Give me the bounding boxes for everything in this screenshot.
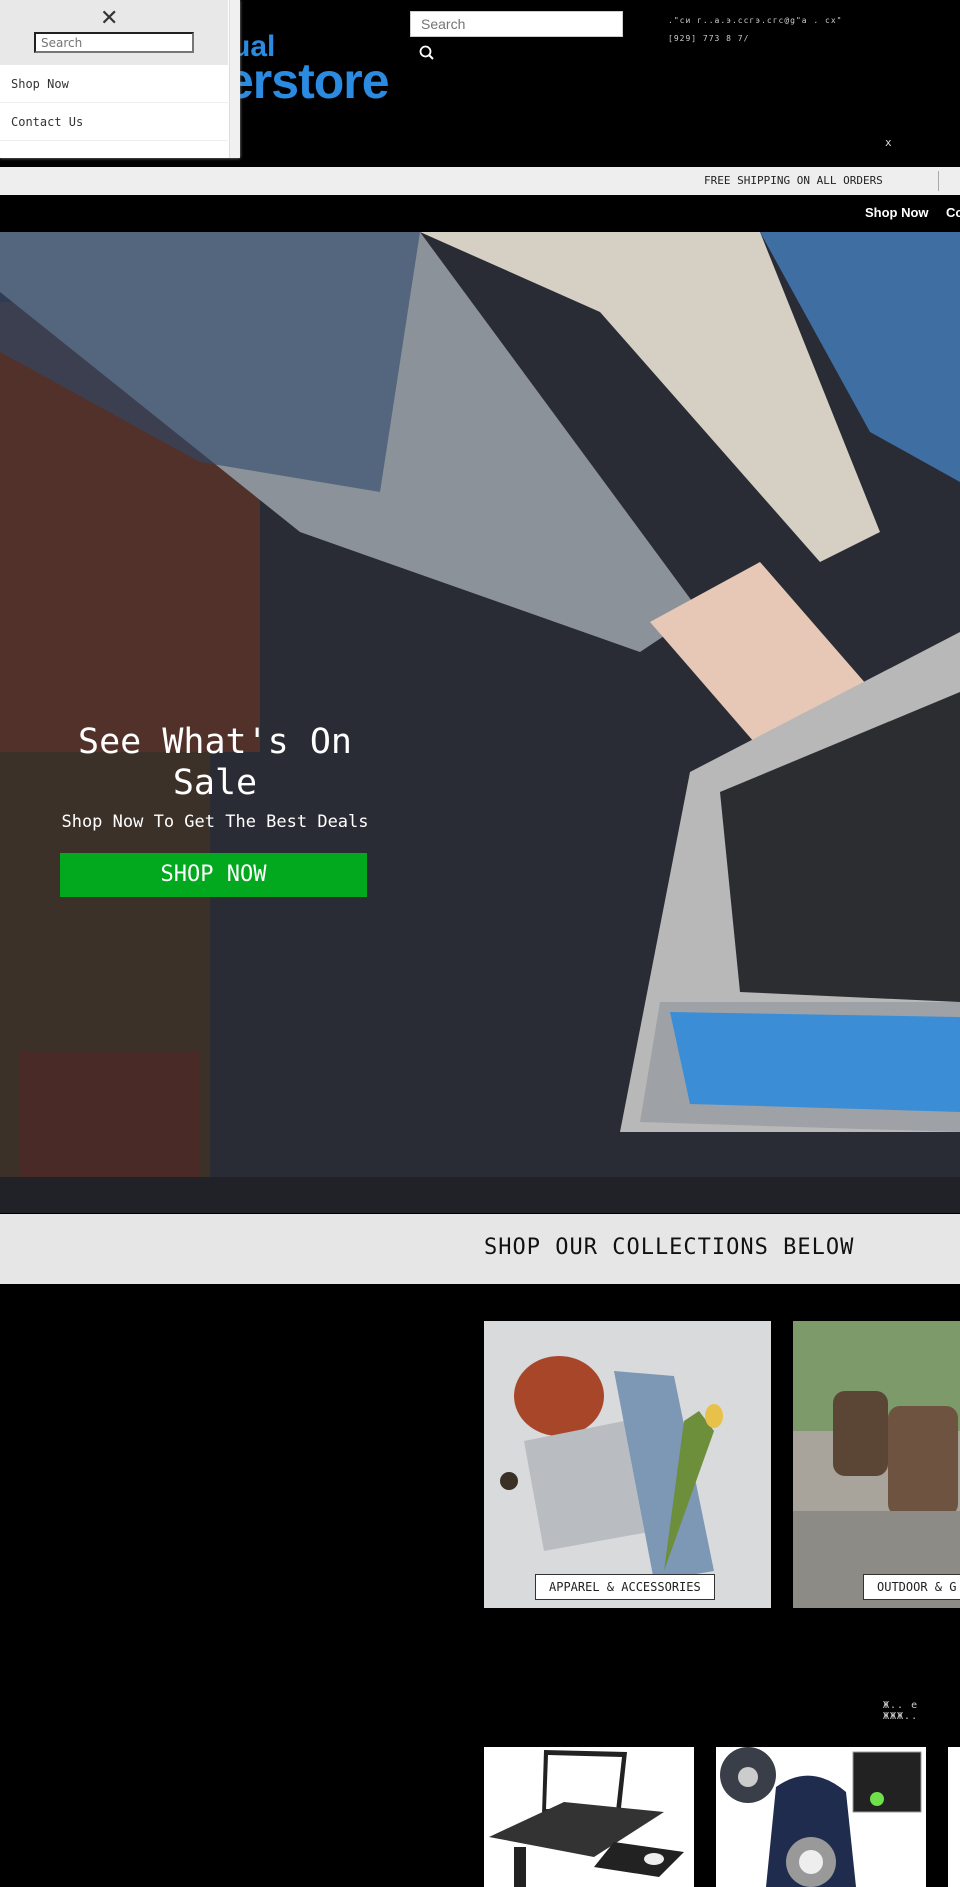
nav-item-shop-now[interactable]: Shop Now (865, 205, 929, 220)
main-nav (0, 196, 960, 232)
product-card-headlamp[interactable] (716, 1747, 926, 1887)
drawer-item-shop-now[interactable]: Shop Now (0, 66, 228, 103)
collection-label: APPAREL & ACCESSORIES (535, 1574, 715, 1600)
apparel-photo (500, 1356, 723, 1581)
hero-title: See What's On Sale (78, 722, 352, 803)
announcement-text: FREE SHIPPING ON ALL ORDERS (704, 174, 883, 187)
headlamp-photo (720, 1747, 922, 1887)
contact-email: ."cи г..а.э.сcгэ.сгc@g"а . cx" (668, 16, 843, 25)
drawer-search-input[interactable] (34, 32, 194, 53)
search-icon[interactable] (418, 44, 436, 62)
laptop-stand-photo (489, 1750, 684, 1887)
logo-line2[interactable]: erstore (226, 52, 390, 110)
search-input[interactable] (410, 11, 623, 37)
collections-title: SHOP OUR COLLECTIONS BELOW (484, 1235, 855, 1260)
shop-now-button[interactable]: SHOP NOW (60, 853, 367, 897)
divider (938, 171, 939, 191)
close-button[interactable]: x (885, 136, 892, 149)
close-icon[interactable]: ✕ (100, 6, 118, 31)
contact-phone: [929] 773 8 7/ (668, 34, 750, 43)
product-card-partial[interactable] (948, 1747, 960, 1887)
hero-subtitle: Shop Now To Get The Best Deals (61, 812, 369, 832)
mobile-menu-drawer: ✕ Shop Now Contact Us (0, 0, 240, 158)
collection-card-apparel[interactable]: APPAREL & ACCESSORIES (484, 1321, 771, 1608)
nav-item-contact[interactable]: Co (946, 205, 960, 220)
collection-label: OUTDOOR & G (863, 1574, 960, 1600)
collection-card-outdoor[interactable]: OUTDOOR & G (793, 1321, 960, 1608)
scrollbar[interactable] (229, 0, 240, 158)
outdoor-photo (793, 1321, 960, 1608)
drawer-item-contact-us[interactable]: Contact Us (0, 104, 228, 141)
products-heading: Ж.. е ЖЖЖ.. (883, 1700, 919, 1722)
product-card-laptop-stand[interactable] (484, 1747, 694, 1887)
